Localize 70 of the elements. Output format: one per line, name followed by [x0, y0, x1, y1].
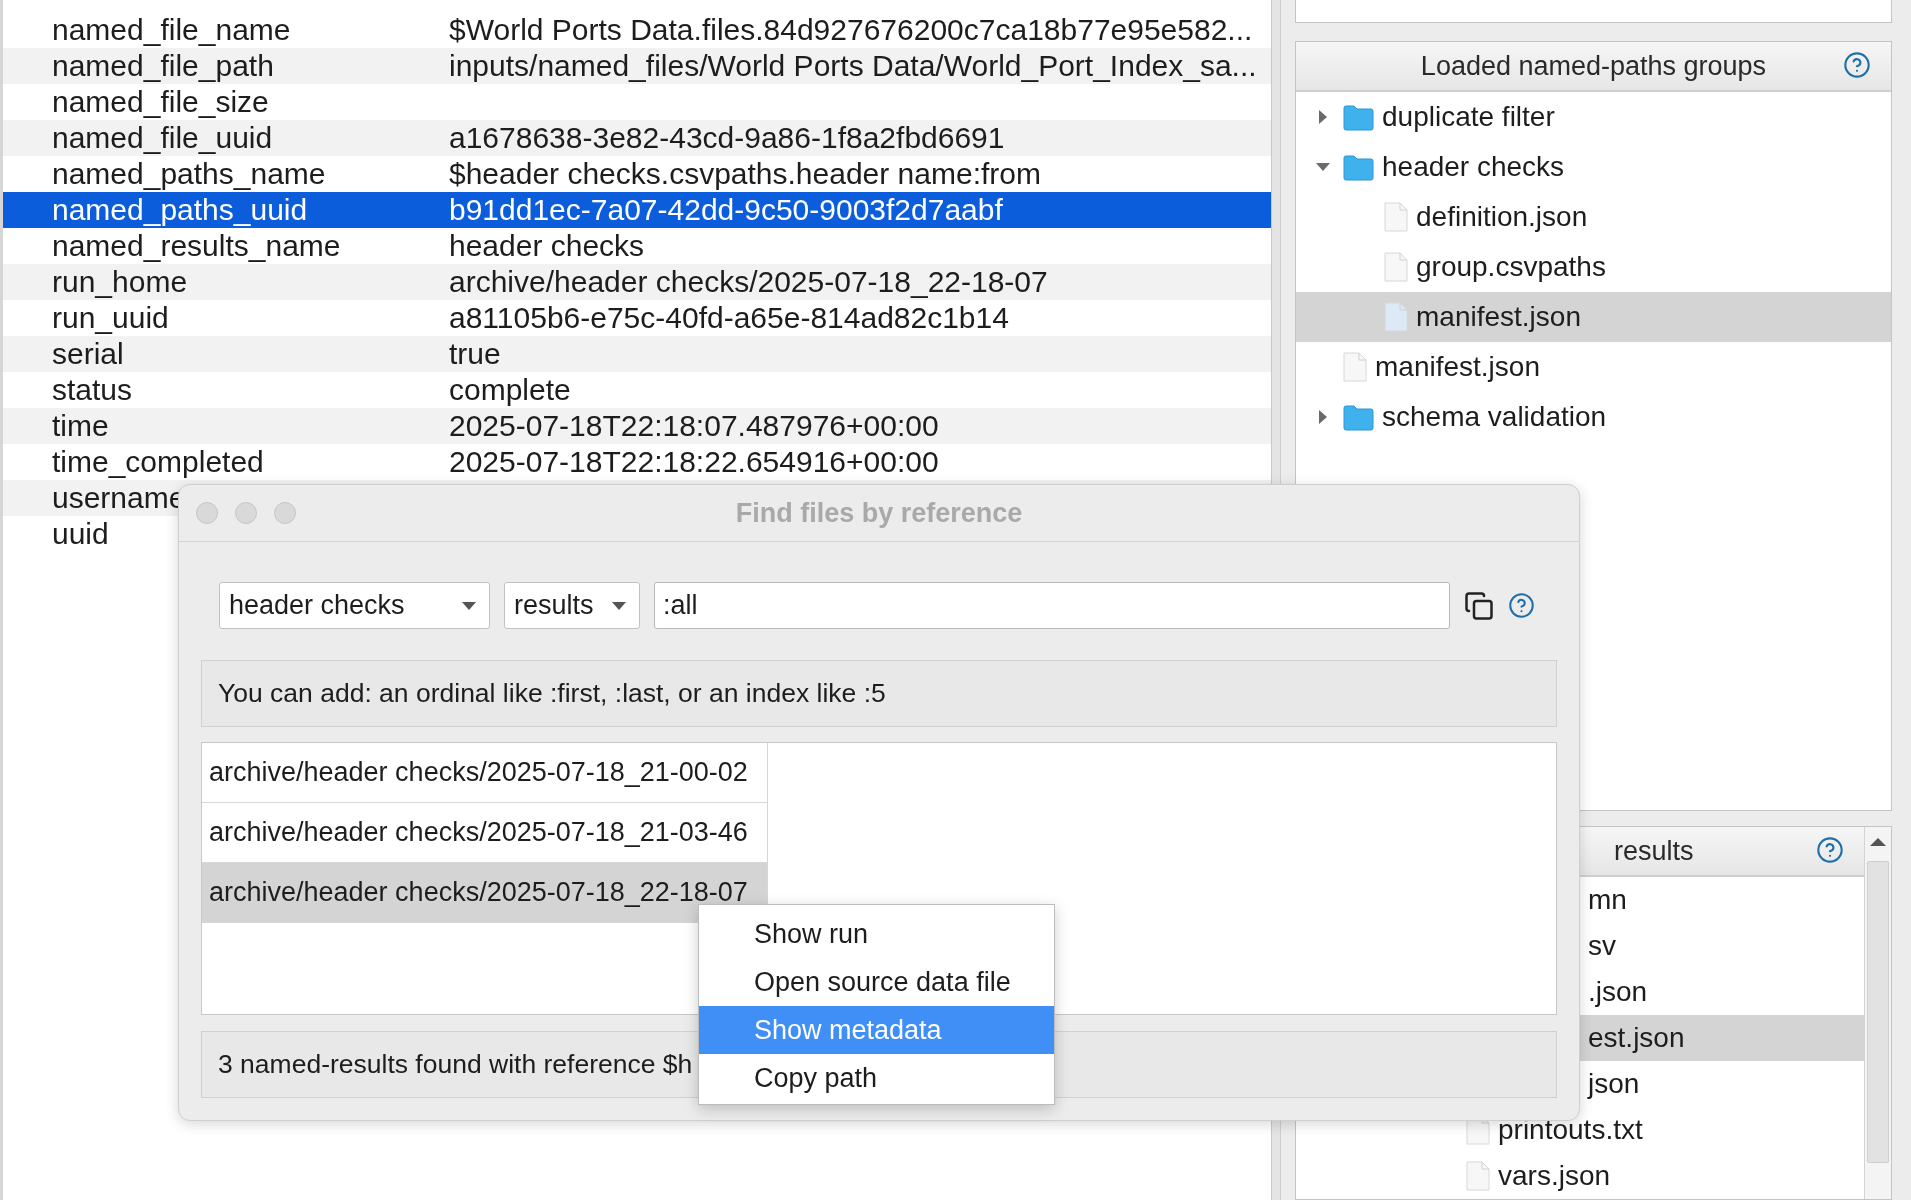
value-cell: a81105b6-e75c-40fd-a65e-814ad82c1b14: [449, 301, 1009, 335]
tree-item[interactable]: header checks: [1296, 142, 1891, 192]
value-cell: a1678638-3e82-43cd-9a86-1f8a2fbd6691: [449, 121, 1005, 155]
key-cell: time: [52, 409, 109, 443]
folder-icon: [1343, 403, 1374, 431]
value-cell: 2025-07-18T22:18:07.487976+00:00: [449, 409, 939, 443]
help-icon[interactable]: [1508, 592, 1535, 619]
table-row[interactable]: run_home archive/header checks/2025-07-18_22-18-07: [3, 264, 1271, 300]
table-row[interactable]: named_paths_uuid b91dd1ec-7a07-42dd-9c50-9003f2d7aabf: [3, 192, 1271, 228]
key-cell: run_home: [52, 265, 188, 299]
table-row[interactable]: named_file_path inputs/named_files/World Ports Data/World_Port_Index_sa...: [3, 48, 1271, 84]
file-icon: [1343, 352, 1367, 382]
tree-item[interactable]: duplicate filter: [1296, 92, 1891, 142]
key-cell: username: [52, 481, 186, 515]
tree-item[interactable]: definition.json: [1296, 192, 1891, 242]
table-row[interactable]: named_file_uuid a1678638-3e82-43cd-9a86-1f8a2fbd6691: [3, 120, 1271, 156]
scrollbar[interactable]: [1864, 827, 1891, 1199]
key-cell: named_file_uuid: [52, 121, 273, 155]
value-cell: header checks: [449, 229, 645, 263]
reference-field[interactable]: :all: [654, 582, 1450, 629]
key-cell: time_completed: [52, 445, 264, 479]
file-icon: [1384, 252, 1408, 282]
tree-item[interactable]: group.csvpaths: [1296, 242, 1891, 292]
value-cell: b91dd1ec-7a07-42dd-9c50-9003f2d7aabf: [449, 193, 1003, 227]
menu-item[interactable]: Show run: [699, 910, 1054, 958]
file-icon: [1384, 202, 1408, 232]
key-cell: uuid: [52, 517, 109, 551]
group-dropdown[interactable]: header checks: [219, 582, 490, 629]
help-icon[interactable]: [1843, 51, 1871, 79]
table-row[interactable]: time 2025-07-18T22:18:07.487976+00:00: [3, 408, 1271, 444]
scroll-thumb[interactable]: [1867, 861, 1889, 1163]
menu-item[interactable]: Copy path: [699, 1054, 1054, 1102]
key-cell: named_results_name: [52, 229, 341, 263]
key-cell: named_paths_uuid: [52, 193, 308, 227]
panel-title: Loaded named-paths groups: [1420, 50, 1767, 82]
key-cell: named_file_path: [52, 49, 274, 83]
table-row[interactable]: serial true: [3, 336, 1271, 372]
key-cell: run_uuid: [52, 301, 169, 335]
file-icon: [1384, 302, 1408, 332]
folder-icon: [1343, 103, 1374, 131]
tree-item[interactable]: schema validation: [1296, 392, 1891, 442]
panel-title: results: [1614, 835, 1694, 867]
tree-item[interactable]: manifest.json: [1296, 292, 1891, 342]
caret-icon: [461, 600, 477, 611]
value-cell: 2025-07-18T22:18:22.654916+00:00: [449, 445, 939, 479]
tree-item[interactable]: vars.json: [1296, 1153, 1864, 1199]
key-cell: named_paths_name: [52, 157, 326, 191]
caret-icon: [611, 600, 627, 611]
help-icon[interactable]: [1816, 836, 1844, 864]
list-item[interactable]: archive/header checks/2025-07-18_21-03-46: [202, 803, 768, 863]
folder-icon: [1343, 153, 1374, 181]
type-dropdown[interactable]: results: [504, 582, 640, 629]
file-icon: [1466, 1161, 1490, 1191]
list-item[interactable]: archive/header checks/2025-07-18_22-18-07: [202, 863, 768, 923]
value-cell: complete: [449, 373, 571, 407]
menu-item[interactable]: Open source data file: [699, 958, 1054, 1006]
window-title: Find files by reference: [735, 497, 1023, 529]
key-cell: serial: [52, 337, 124, 371]
key-cell: status: [52, 373, 133, 407]
value-cell: inputs/named_files/World Ports Data/World_Port_Index_sa...: [449, 49, 1257, 83]
hint-text: You can add: an ordinal like :first, :last, or an index like :5: [201, 660, 1557, 727]
key-cell: named_file_size: [52, 85, 269, 119]
tree-item[interactable]: manifest.json: [1296, 342, 1891, 392]
key-cell: named_file_name: [52, 13, 291, 47]
value-cell: $World Ports Data.files.84d927676200c7ca18b77e95e582...: [449, 13, 1253, 47]
value-cell: true: [449, 337, 501, 371]
copy-icon[interactable]: [1464, 590, 1494, 621]
list-item[interactable]: archive/header checks/2025-07-18_21-00-02: [202, 743, 768, 803]
value-cell: $header checks.csvpaths.header name:from: [449, 157, 1041, 191]
value-cell: archive/header checks/2025-07-18_22-18-07: [449, 265, 1048, 299]
